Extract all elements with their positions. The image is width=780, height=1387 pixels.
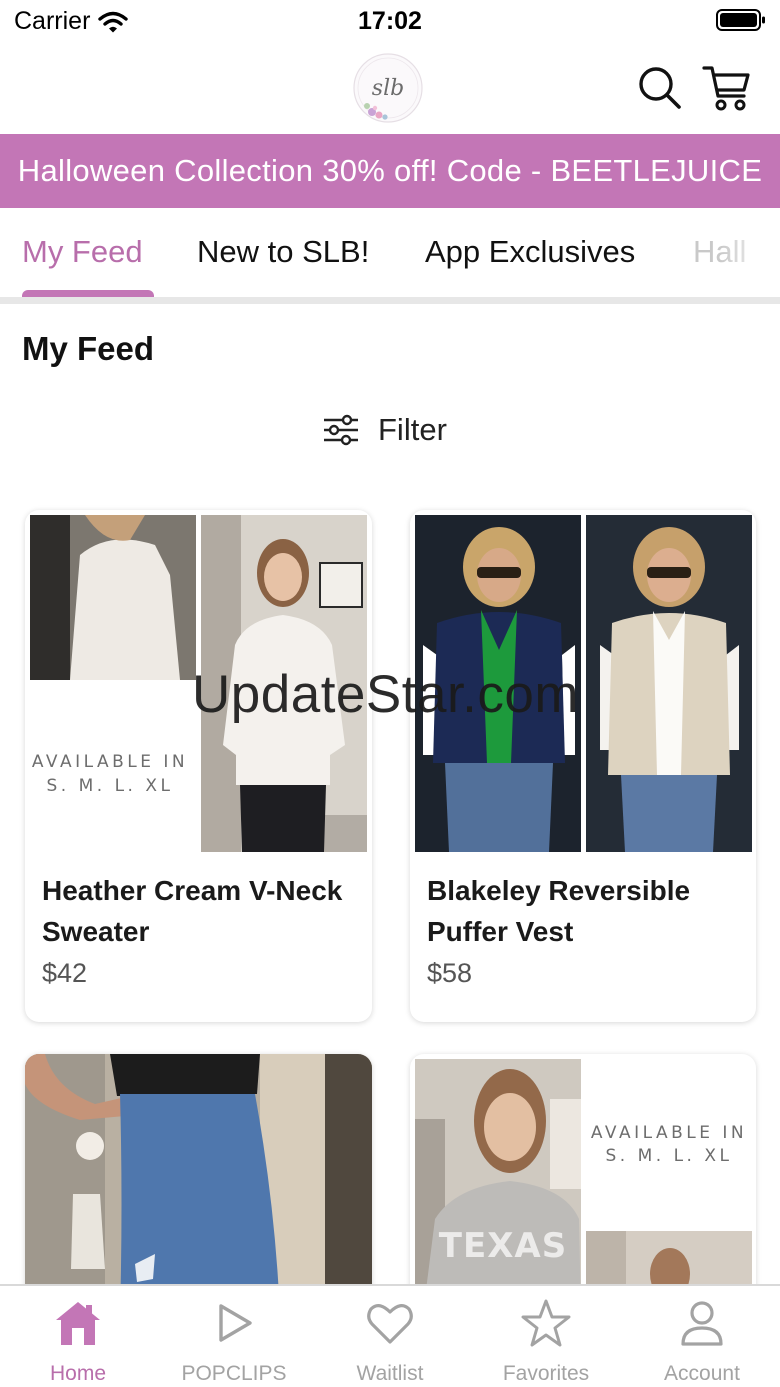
photo-text: TEXAS	[439, 1226, 567, 1266]
filter-icon	[324, 414, 358, 446]
nav-waitlist[interactable]: Waitlist	[312, 1286, 468, 1387]
product-image: TEXAS AVAILABLE IN S. M. L. XL	[415, 1059, 752, 1314]
battery-icon	[716, 9, 765, 31]
product-card[interactable]: AVAILABLE IN S. M. L. XL Heather Cream V…	[25, 510, 372, 1022]
category-tab-bar: My Feed New to SLB! App Exclusives Hall	[0, 208, 780, 304]
availability-line-2: S. M. L. XL	[606, 1146, 733, 1166]
nav-favorites[interactable]: Favorites	[468, 1286, 624, 1387]
promo-banner[interactable]: Halloween Collection 30% off! Code - BEE…	[0, 134, 780, 208]
logo-text: slb	[372, 76, 404, 101]
section-title: My Feed	[22, 330, 155, 367]
availability-line-2: S. M. L. XL	[47, 776, 174, 796]
cart-icon[interactable]	[702, 60, 752, 114]
product-name: Heather Cream V-Neck Sweater	[42, 875, 343, 947]
clock: 17:02	[358, 7, 422, 35]
nav-account[interactable]: Account	[624, 1286, 780, 1387]
nav-label: Home	[49, 1362, 107, 1385]
brand-logo[interactable]: slb	[350, 48, 426, 128]
play-icon	[219, 1304, 252, 1342]
product-image	[25, 1054, 372, 1314]
nav-label: Favorites	[502, 1362, 590, 1385]
nav-label: POPCLIPS	[181, 1362, 287, 1385]
product-price: $58	[427, 958, 473, 988]
status-bar: Carrier 17:02	[0, 0, 780, 44]
availability-line-1: AVAILABLE IN	[591, 1123, 747, 1143]
bottom-nav: Home POPCLIPS Waitlist Favorites Account	[0, 1284, 780, 1387]
nav-home[interactable]: Home	[0, 1286, 156, 1387]
tab-fade	[720, 208, 780, 297]
home-icon	[56, 1302, 100, 1345]
nav-popclips[interactable]: POPCLIPS	[156, 1286, 312, 1387]
product-image	[415, 515, 752, 852]
availability-line-1: AVAILABLE IN	[32, 752, 188, 772]
product-card[interactable]: TEXAS AVAILABLE IN S. M. L. XL	[410, 1054, 756, 1314]
filter-button[interactable]: Filter	[322, 408, 447, 452]
app-header: slb	[0, 44, 780, 134]
star-icon	[521, 1299, 571, 1347]
filter-label: Filter	[378, 412, 447, 447]
tab-my-feed[interactable]: My Feed	[22, 234, 143, 270]
product-card[interactable]: Blakeley Reversible Puffer Vest $58	[410, 510, 756, 1022]
product-price: $42	[42, 958, 88, 988]
person-icon	[681, 1301, 723, 1346]
promo-text: Halloween Collection 30% off! Code - BEE…	[17, 153, 763, 188]
active-tab-indicator	[22, 290, 154, 297]
search-icon[interactable]	[634, 60, 684, 114]
product-image: AVAILABLE IN S. M. L. XL	[30, 515, 367, 852]
tab-app-exclusives[interactable]: App Exclusives	[425, 234, 635, 270]
tab-new-to-slb[interactable]: New to SLB!	[197, 234, 369, 270]
product-card[interactable]	[25, 1054, 372, 1314]
product-name: Blakeley Reversible Puffer Vest	[427, 875, 691, 947]
heart-icon	[367, 1304, 413, 1344]
nav-label: Account	[664, 1362, 740, 1385]
nav-label: Waitlist	[356, 1362, 424, 1385]
